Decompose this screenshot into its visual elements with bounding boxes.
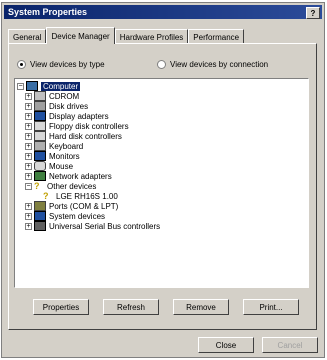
device-tree[interactable]: − Computer + CDROM + Disk drives + Displ… [14,78,309,288]
tab-hardware-profiles[interactable]: Hardware Profiles [114,29,189,44]
print-button[interactable]: Print... [243,299,299,315]
unknown-device-icon: ? [43,191,49,201]
radio-selected-icon [17,60,26,69]
hard-disk-controller-icon [34,131,46,141]
tree-item-mouse[interactable]: + Mouse [17,161,308,171]
tree-item-label: Display adapters [49,111,109,121]
network-adapter-icon [34,171,46,181]
tree-item-monitors[interactable]: + Monitors [17,151,308,161]
tree-item-label: Floppy disk controllers [49,121,129,131]
cancel-button[interactable]: Cancel [262,337,318,353]
radio-unselected-icon [157,60,166,69]
tree-item-display-adapters[interactable]: + Display adapters [17,111,308,121]
tree-item-disk-drives[interactable]: + Disk drives [17,101,308,111]
collapse-icon[interactable]: − [25,182,32,190]
system-device-icon [34,211,46,221]
expand-icon[interactable]: + [25,162,32,170]
tab-performance[interactable]: Performance [188,29,245,44]
tree-item-hard-disk-controllers[interactable]: + Hard disk controllers [17,131,308,141]
display-adapter-icon [34,111,46,121]
properties-button[interactable]: Properties [33,299,89,315]
tree-item-label: Network adapters [49,171,112,181]
cdrom-icon [34,91,46,101]
tree-item-label: Keyboard [49,141,84,151]
tree-item-label: Other devices [47,181,97,191]
expand-icon[interactable]: + [25,212,32,220]
help-button[interactable]: ? [306,7,320,19]
tree-item-label: Disk drives [49,101,89,111]
expand-icon[interactable]: + [25,132,32,140]
question-mark-icon: ? [34,181,40,191]
tab-device-manager[interactable]: Device Manager [46,27,115,44]
expand-icon[interactable]: + [25,172,32,180]
tree-item-label: Monitors [49,151,80,161]
expand-icon[interactable]: + [25,102,32,110]
remove-button[interactable]: Remove [173,299,229,315]
computer-icon [26,81,38,91]
expand-icon[interactable]: + [25,142,32,150]
device-manager-panel: View devices by type View devices by con… [8,43,317,330]
tree-item-network-adapters[interactable]: + Network adapters [17,171,308,181]
expand-icon[interactable]: + [25,122,32,130]
expand-icon[interactable]: + [25,222,32,230]
port-icon [34,201,46,211]
tree-item-label: Universal Serial Bus controllers [49,221,161,231]
tree-item-ports[interactable]: + Ports (COM & LPT) [17,201,308,211]
tree-item-system-devices[interactable]: + System devices [17,211,308,221]
tree-root-label: Computer [41,81,81,91]
view-by-type-label: View devices by type [30,60,105,69]
view-by-connection-option[interactable]: View devices by connection [157,60,268,69]
tree-item-label: CDROM [49,91,80,101]
collapse-icon[interactable]: − [17,82,24,90]
expand-icon[interactable]: + [25,92,32,100]
window-title: System Properties [8,7,88,17]
usb-icon [34,221,46,231]
tree-item-label: Hard disk controllers [49,131,122,141]
expand-icon[interactable]: + [25,152,32,160]
system-properties-window: System Properties ? General Device Manag… [1,2,325,358]
monitor-icon [34,151,46,161]
tree-item-label: Mouse [49,161,74,171]
tree-item-other-devices[interactable]: − ? Other devices [17,181,308,191]
expand-icon[interactable]: + [25,112,32,120]
tree-root-computer[interactable]: − Computer [17,81,308,91]
tree-item-label: LGE RH16S 1.00 [56,191,118,201]
keyboard-icon [34,141,46,151]
expand-icon[interactable]: + [25,202,32,210]
disk-drive-icon [34,101,46,111]
floppy-controller-icon [34,121,46,131]
close-button[interactable]: Close [198,337,254,353]
tree-item-floppy-controllers[interactable]: + Floppy disk controllers [17,121,308,131]
tree-item-usb-controllers[interactable]: + Universal Serial Bus controllers [17,221,308,231]
tab-strip: General Device Manager Hardware Profiles… [8,27,245,44]
tree-item-cdrom[interactable]: + CDROM [17,91,308,101]
tree-item-lge-rh16s[interactable]: ? LGE RH16S 1.00 [17,191,308,201]
tree-item-label: System devices [49,211,106,221]
view-by-connection-label: View devices by connection [170,60,269,69]
tree-item-label: Ports (COM & LPT) [49,201,119,211]
title-bar: System Properties ? [4,5,322,19]
refresh-button[interactable]: Refresh [103,299,159,315]
view-by-type-option[interactable]: View devices by type [17,60,105,69]
tree-item-keyboard[interactable]: + Keyboard [17,141,308,151]
tab-general[interactable]: General [8,29,47,44]
mouse-icon [34,161,46,171]
